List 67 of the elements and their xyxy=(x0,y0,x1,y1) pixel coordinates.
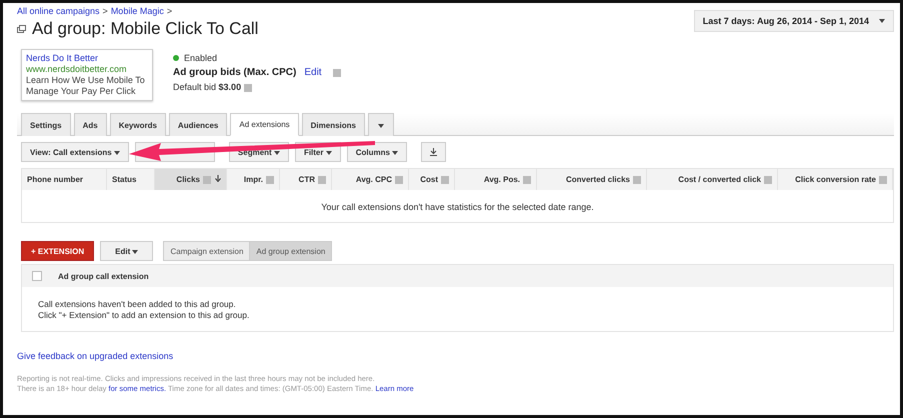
help-icon[interactable] xyxy=(764,176,772,184)
date-range-button[interactable]: Last 7 days: Aug 26, 2014 - Sep 1, 2014 xyxy=(694,10,894,32)
help-icon[interactable] xyxy=(244,84,252,92)
help-icon[interactable] xyxy=(318,176,326,184)
caret-icon xyxy=(326,151,332,155)
breadcrumb-separator: > xyxy=(166,6,172,16)
caret-icon xyxy=(378,124,384,128)
help-icon[interactable] xyxy=(266,176,274,184)
column-header[interactable]: Click conversion rate xyxy=(778,169,893,190)
help-icon[interactable] xyxy=(332,68,341,76)
download-button[interactable] xyxy=(421,142,446,162)
ad-group-icon xyxy=(17,25,26,33)
edit-link[interactable]: Edit xyxy=(304,67,322,78)
sort-arrow-icon xyxy=(215,175,221,182)
column-header[interactable]: Cost xyxy=(409,169,455,190)
column-header[interactable]: Avg. CPC xyxy=(332,169,409,190)
default-bid-value: $3.00 xyxy=(218,82,242,92)
column-header: Ad group call extension xyxy=(58,272,149,280)
ad-description: Manage Your Pay Per Click xyxy=(26,86,137,97)
bids-label: Ad group bids (Max. CPC) xyxy=(173,67,296,78)
level-toggle[interactable]: Ad group extension xyxy=(249,241,332,261)
default-bid-label: Default bid xyxy=(173,82,216,92)
tab[interactable]: Keywords xyxy=(110,113,166,136)
more-tabs-button[interactable] xyxy=(368,113,394,136)
tab[interactable]: Ad extensions xyxy=(230,113,299,136)
dropdown-button[interactable]: Columns xyxy=(346,142,408,162)
help-icon[interactable] xyxy=(395,176,403,184)
tab[interactable]: Settings xyxy=(21,113,71,136)
caret-icon xyxy=(132,250,138,254)
ad-url: www.nerdsdoitbetter.com xyxy=(26,64,128,75)
edit-dropdown-button[interactable]: Edit xyxy=(100,241,154,261)
help-icon[interactable] xyxy=(203,176,211,184)
help-icon[interactable] xyxy=(633,176,641,184)
add-extension-button[interactable]: + EXTENSION xyxy=(21,241,94,261)
breadcrumb-link[interactable]: All online campaigns xyxy=(17,6,100,16)
ad-headline: Nerds Do It Better xyxy=(26,53,100,64)
breadcrumb-link[interactable]: Mobile Magic xyxy=(110,6,164,16)
column-header[interactable]: Converted clicks xyxy=(537,169,647,190)
empty-message: Click "+ Extension" to add an extension to this ad group. xyxy=(38,310,250,321)
breadcrumb-separator: > xyxy=(102,6,108,16)
page-title: Ad group: Mobile Click To Call xyxy=(32,19,258,39)
help-icon[interactable] xyxy=(523,176,531,184)
tab[interactable]: Audiences xyxy=(168,113,228,136)
feedback-link[interactable]: Give feedback on upgraded extensions xyxy=(17,351,174,361)
empty-message: Your call extensions don't have statistics for the selected date range. xyxy=(320,201,595,214)
select-all-checkbox[interactable] xyxy=(32,271,42,281)
column-header[interactable]: Status xyxy=(107,169,155,190)
column-header[interactable]: Impr. xyxy=(227,169,280,190)
column-header[interactable]: Avg. Pos. xyxy=(455,169,537,190)
download-icon xyxy=(430,148,438,156)
caret-icon xyxy=(879,19,885,23)
level-toggle[interactable]: Campaign extension xyxy=(163,241,250,261)
caret-icon xyxy=(114,151,120,155)
ad-description: Learn How We Use Mobile To xyxy=(26,75,146,86)
caret-icon xyxy=(392,151,398,155)
column-header[interactable]: Cost / converted click xyxy=(647,169,778,190)
status-label: Enabled xyxy=(184,53,218,63)
column-header[interactable]: Phone number xyxy=(22,169,107,190)
column-header[interactable]: CTR xyxy=(280,169,332,190)
tab[interactable]: Dimensions xyxy=(302,113,365,136)
help-icon[interactable] xyxy=(441,176,449,184)
tab[interactable]: Ads xyxy=(74,113,107,136)
dropdown-button[interactable]: View: Call extensions xyxy=(21,142,129,162)
help-icon[interactable] xyxy=(879,176,887,184)
column-header[interactable]: Clicks xyxy=(155,169,227,190)
caret-icon xyxy=(274,151,280,155)
empty-message: Call extensions haven't been added to this ad group. xyxy=(38,299,237,310)
